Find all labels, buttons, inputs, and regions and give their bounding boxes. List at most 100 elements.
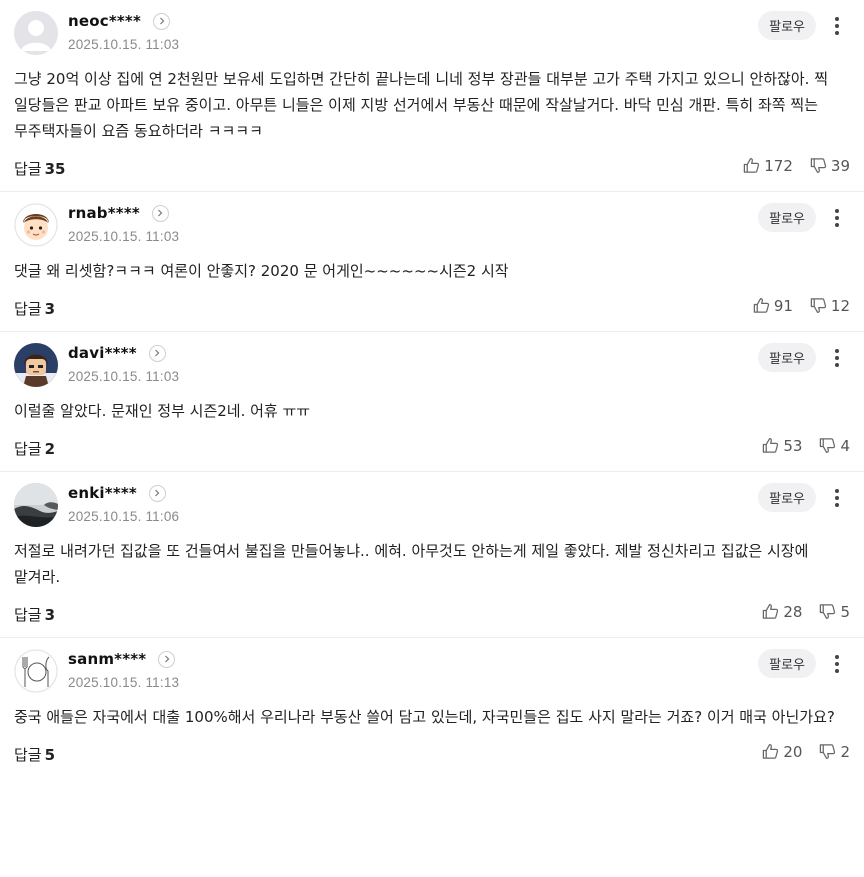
reply-count: 2 (44, 440, 56, 458)
like-button[interactable]: 53 (761, 436, 802, 455)
thumbs-down-icon (810, 158, 827, 173)
comment-footer: 답글 2 53 4 (14, 424, 850, 471)
like-button[interactable]: 91 (752, 296, 793, 315)
profile-arrow-button[interactable] (151, 204, 169, 222)
nickname-row: davi**** (68, 344, 166, 362)
reply-count: 5 (44, 746, 56, 764)
nickname[interactable]: sanm**** (68, 650, 146, 668)
cutlery-sketch-icon[interactable] (14, 649, 58, 693)
reply-label: 답글 (14, 160, 42, 178)
comment-footer: 답글 3 91 12 (14, 284, 850, 331)
reply-count: 3 (44, 300, 56, 318)
comment-text: 이럴줄 알았다. 문재인 정부 시즌2네. 어휴 ㅠㅠ (14, 402, 311, 420)
comment-item: rnab**** 2025.10.15. 11:03 팔로우 댓글 왜 리셋함?… (0, 192, 864, 332)
comment-date: 2025.10.15. 11:03 (68, 229, 180, 244)
like-button[interactable]: 20 (761, 742, 802, 761)
nickname-row: sanm**** (68, 650, 176, 668)
chevron-right-icon (155, 349, 160, 357)
comment-footer: 답글 35 172 39 (14, 144, 850, 191)
comment-list: neoc**** 2025.10.15. 11:03 팔로우 그냥 20억 이상… (0, 0, 864, 777)
dislike-count: 5 (840, 602, 850, 621)
vote-group: 172 39 (742, 156, 850, 175)
vote-group: 91 12 (752, 296, 850, 315)
chevron-right-icon (164, 655, 170, 663)
thumbs-up-icon (744, 158, 760, 173)
profile-arrow-button[interactable] (148, 344, 166, 362)
reply-button[interactable]: 답글 5 (14, 744, 55, 765)
chevron-right-icon (155, 489, 160, 497)
reply-count: 3 (44, 606, 56, 624)
comment-item: davi**** 2025.10.15. 11:03 팔로우 이럴줄 알았다. … (0, 332, 864, 472)
thumbs-down-icon (820, 744, 836, 759)
profile-arrow-button[interactable] (158, 650, 176, 668)
comment-text: 저절로 내려가던 집값을 또 건들여서 불집을 만들어놓냐.. 에혀. 아무것도… (14, 542, 809, 586)
dislike-button[interactable]: 12 (809, 296, 850, 315)
thumbs-up-icon (753, 298, 769, 313)
comment-date: 2025.10.15. 11:03 (68, 369, 180, 384)
follow-button[interactable]: 팔로우 (758, 11, 816, 40)
nickname-row: neoc**** (68, 12, 171, 30)
more-options-icon[interactable] (828, 345, 846, 371)
follow-button[interactable]: 팔로우 (758, 343, 816, 372)
nickname-row: enki**** (68, 484, 166, 502)
dislike-count: 39 (830, 156, 850, 175)
thumbs-up-icon (763, 604, 779, 619)
follow-button[interactable]: 팔로우 (758, 483, 816, 512)
comment-header: davi**** 2025.10.15. 11:03 팔로우 (14, 342, 850, 392)
profile-arrow-button[interactable] (153, 12, 171, 30)
thumbs-down-icon (820, 438, 836, 453)
comment-footer: 답글 3 28 5 (14, 590, 850, 637)
comment-header: sanm**** 2025.10.15. 11:13 팔로우 (14, 648, 850, 698)
more-options-icon[interactable] (828, 485, 846, 511)
dislike-button[interactable]: 5 (818, 602, 850, 621)
chevron-right-icon (159, 17, 164, 25)
dislike-count: 4 (840, 436, 850, 455)
thumbs-down-icon (820, 604, 836, 619)
reply-button[interactable]: 답글 35 (14, 158, 65, 179)
reply-label: 답글 (14, 746, 42, 764)
profile-arrow-button[interactable] (148, 484, 166, 502)
comment-header: neoc**** 2025.10.15. 11:03 팔로우 (14, 10, 850, 60)
thumbs-up-icon (763, 438, 779, 453)
nickname[interactable]: enki**** (68, 484, 137, 502)
more-options-icon[interactable] (828, 651, 846, 677)
like-button[interactable]: 28 (761, 602, 802, 621)
chevron-right-icon (158, 209, 163, 217)
vote-group: 28 5 (761, 602, 850, 621)
dislike-button[interactable]: 39 (809, 156, 850, 175)
reply-button[interactable]: 답글 2 (14, 438, 55, 459)
landscape-photo-icon[interactable] (14, 483, 58, 527)
like-button[interactable]: 172 (742, 156, 793, 175)
dislike-button[interactable]: 4 (818, 436, 850, 455)
follow-button[interactable]: 팔로우 (758, 649, 816, 678)
default-user-icon[interactable] (14, 11, 58, 55)
comment-date: 2025.10.15. 11:13 (68, 675, 180, 690)
nickname[interactable]: rnab**** (68, 204, 140, 222)
nickname-row: rnab**** (68, 204, 169, 222)
nickname[interactable]: davi**** (68, 344, 137, 362)
vote-group: 20 2 (761, 742, 850, 761)
more-options-icon[interactable] (828, 13, 846, 39)
dislike-button[interactable]: 2 (818, 742, 850, 761)
dislike-count: 2 (840, 742, 850, 761)
reply-label: 답글 (14, 300, 42, 318)
comment-header: rnab**** 2025.10.15. 11:03 팔로우 (14, 202, 850, 252)
comment-item: neoc**** 2025.10.15. 11:03 팔로우 그냥 20억 이상… (0, 0, 864, 192)
reply-count: 35 (44, 160, 66, 178)
nickname[interactable]: neoc**** (68, 12, 141, 30)
dislike-count: 12 (830, 296, 850, 315)
reply-button[interactable]: 답글 3 (14, 604, 55, 625)
more-options-icon[interactable] (828, 205, 846, 231)
comment-text: 중국 애들은 자국에서 대출 100%해서 우리나라 부동산 쓸어 담고 있는데… (14, 708, 835, 726)
like-count: 28 (783, 602, 803, 621)
reply-label: 답글 (14, 440, 42, 458)
reply-button[interactable]: 답글 3 (14, 298, 55, 319)
pixel-character-icon[interactable] (14, 343, 58, 387)
comment-date: 2025.10.15. 11:06 (68, 509, 180, 524)
like-count: 20 (783, 742, 803, 761)
like-count: 53 (783, 436, 803, 455)
cartoon-face-icon[interactable] (14, 203, 58, 247)
like-count: 172 (764, 156, 793, 175)
follow-button[interactable]: 팔로우 (758, 203, 816, 232)
comment-header: enki**** 2025.10.15. 11:06 팔로우 (14, 482, 850, 532)
